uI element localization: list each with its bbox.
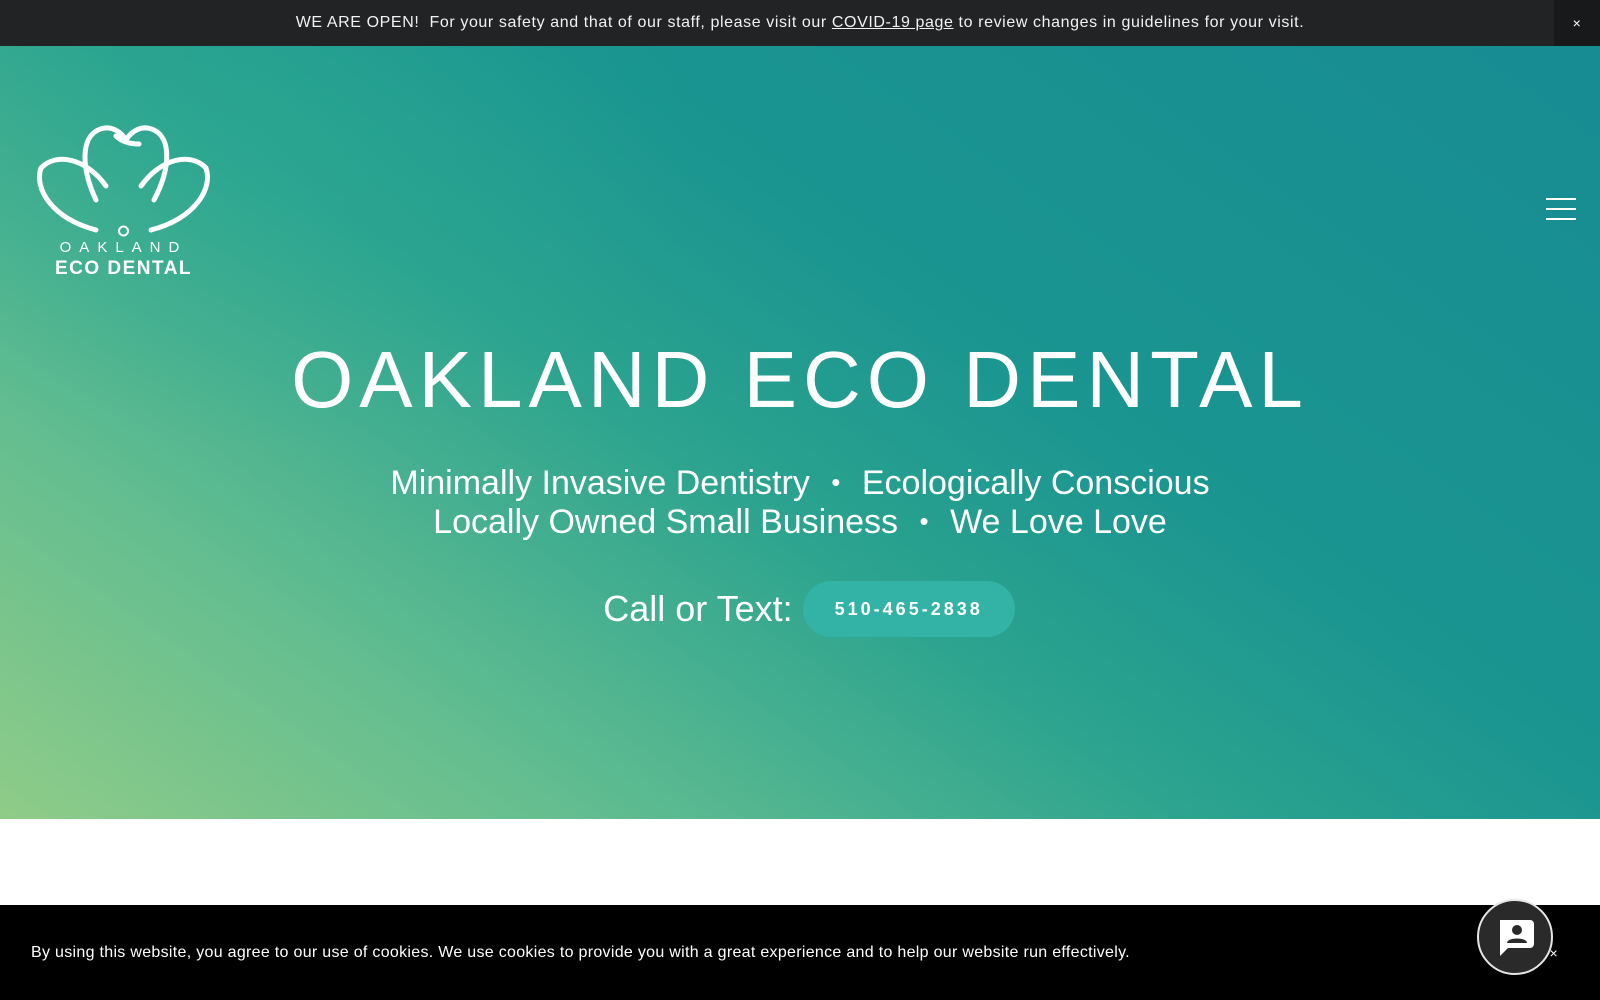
- announcement-close-button[interactable]: ×: [1554, 0, 1600, 46]
- tagline-line-1: Minimally Invasive Dentistry • Ecologica…: [0, 464, 1600, 503]
- menu-line: [1546, 198, 1576, 200]
- covid-page-link[interactable]: COVID-19 page: [832, 14, 954, 31]
- announcement-text-before: WE ARE OPEN! For your safety and that of…: [295, 14, 832, 31]
- chat-person-icon: [1500, 920, 1534, 956]
- tagline-item: Minimally Invasive Dentistry: [390, 464, 810, 502]
- bullet-separator: •: [919, 506, 929, 536]
- tagline-line-2: Locally Owned Small Business • We Love L…: [0, 503, 1600, 542]
- announcement-text: WE ARE OPEN! For your safety and that of…: [296, 14, 1305, 32]
- bullet-separator: •: [831, 467, 841, 497]
- call-or-text-label: Call or Text:: [603, 588, 793, 629]
- tagline-item: Ecologically Conscious: [861, 464, 1210, 502]
- call-or-text-row: Call or Text: 510-465-2838: [0, 581, 1600, 637]
- tagline-item: We Love Love: [950, 503, 1167, 541]
- announcement-text-after: to review changes in guidelines for your…: [953, 14, 1305, 31]
- logo-text-oakland: OAKLAND: [59, 239, 188, 256]
- hero-section: OAKLAND ECO DENTAL OAKLAND ECO DENTAL Mi…: [0, 46, 1600, 819]
- menu-line: [1546, 218, 1576, 220]
- tagline-item: Locally Owned Small Business: [433, 503, 899, 541]
- cookie-text: By using this website, you agree to our …: [31, 943, 1130, 961]
- cookie-banner: By using this website, you agree to our …: [0, 905, 1600, 1000]
- phone-number-button[interactable]: 510-465-2838: [802, 581, 1015, 637]
- logo-text-eco-dental: ECO DENTAL: [54, 258, 193, 279]
- announcement-bar: WE ARE OPEN! For your safety and that of…: [0, 0, 1600, 46]
- menu-line: [1546, 208, 1576, 210]
- tooth-flower-logo-icon: [37, 125, 210, 237]
- site-logo[interactable]: OAKLAND ECO DENTAL: [36, 88, 211, 283]
- hero-title: OAKLAND ECO DENTAL: [291, 335, 1309, 424]
- hamburger-menu-icon[interactable]: [1546, 197, 1576, 221]
- chat-widget-button[interactable]: [1477, 899, 1553, 975]
